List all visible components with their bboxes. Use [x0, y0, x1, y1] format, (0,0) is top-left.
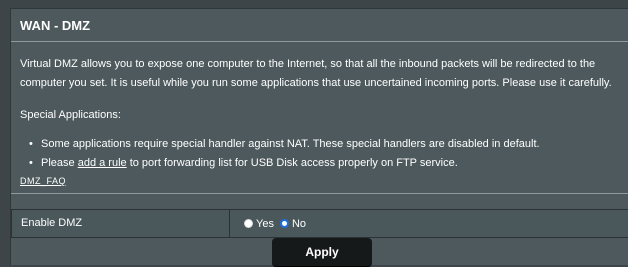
- title-divider: [11, 41, 628, 42]
- faq-divider: [11, 193, 628, 194]
- note-prefix: Please: [41, 157, 78, 169]
- add-rule-link[interactable]: add a rule: [78, 157, 127, 169]
- note-nat-handler: Some applications require special handle…: [41, 138, 540, 150]
- radio-no-label: No: [291, 217, 307, 230]
- enable-dmz-no-option[interactable]: No: [279, 217, 307, 230]
- apply-button[interactable]: Apply: [272, 238, 372, 267]
- dmz-panel: WAN - DMZ Virtual DMZ allows you to expo…: [10, 8, 628, 267]
- dmz-faq-link[interactable]: DMZ_FAQ: [20, 176, 66, 186]
- special-applications-heading: Special Applications:: [20, 109, 121, 121]
- page-title: WAN - DMZ: [20, 18, 91, 33]
- list-item: • Some applications require special hand…: [20, 135, 620, 154]
- list-item: • Please add a rule to port forwarding l…: [20, 154, 620, 173]
- bullet-icon: •: [29, 157, 33, 169]
- radio-yes-label: Yes: [256, 217, 274, 230]
- dmz-description: Virtual DMZ allows you to expose one com…: [20, 58, 612, 89]
- bullet-icon: •: [29, 138, 33, 150]
- radio-no[interactable]: [279, 219, 289, 228]
- note-suffix: to port forwarding list for USB Disk acc…: [126, 157, 458, 169]
- special-applications-notes: • Some applications require special hand…: [20, 135, 620, 173]
- radio-yes[interactable]: [244, 219, 253, 228]
- enable-dmz-options: Yes No: [230, 210, 628, 237]
- enable-dmz-yes-option[interactable]: Yes: [244, 218, 274, 230]
- enable-dmz-label: Enable DMZ: [12, 210, 230, 237]
- enable-dmz-row: Enable DMZ Yes No: [11, 209, 628, 238]
